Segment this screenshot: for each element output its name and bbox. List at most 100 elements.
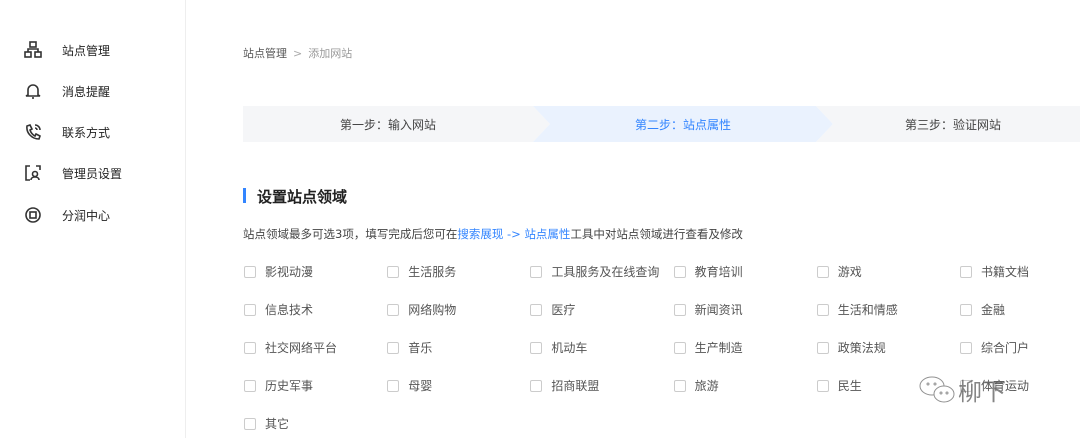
checkbox[interactable] [816,341,829,354]
search-display-link[interactable]: 搜索展现 [457,227,503,241]
sidebar-item-label: 分润中心 [62,208,111,223]
domain-option[interactable]: 工具服务及在线查询 [530,263,659,280]
domain-option[interactable]: 网络购物 [387,301,456,318]
checkbox[interactable] [244,303,256,316]
admin-icon [25,165,41,181]
breadcrumb: 站点管理 > 添加网站 [243,45,352,61]
domain-option[interactable]: 其它 [244,415,289,432]
option-label: 政策法规 [837,341,886,355]
sidebar-item-revenue-center[interactable]: 分润中心 [24,205,110,225]
option-label: 音乐 [408,341,433,355]
domain-option[interactable]: 民生 [816,377,862,394]
section-title: 设置站点领域 [243,186,347,207]
checkbox[interactable] [530,303,543,316]
sitemap-icon [24,41,42,58]
checkbox[interactable] [244,265,256,278]
sidebar-item-site-management[interactable]: 站点管理 [24,40,110,60]
domain-option[interactable]: 社交网络平台 [244,339,337,356]
domain-option[interactable]: 新闻资讯 [673,301,743,318]
checkbox[interactable] [960,341,972,354]
breadcrumb-root[interactable]: 站点管理 [243,47,287,60]
step-2-active: 第二步：站点属性 [634,117,731,132]
phone-icon [26,124,41,140]
watermark-text: 柳下 [958,378,1006,406]
option-label: 信息技术 [265,303,314,317]
checkbox[interactable] [960,303,972,316]
option-label: 游戏 [837,265,862,279]
breadcrumb-current: 添加网站 [308,47,353,60]
domain-option[interactable]: 母婴 [387,377,432,394]
checkbox[interactable] [816,379,829,392]
option-label: 生活和情感 [837,303,898,317]
desc-text: 工具中对站点领域进行查看及修改 [570,227,743,241]
domain-option[interactable]: 影视动漫 [244,263,313,280]
option-label: 社交网络平台 [265,341,338,355]
site-attributes-link[interactable]: 站点属性 [524,227,570,241]
option-label: 生产制造 [694,341,743,355]
revenue-icon [25,207,41,223]
domain-option[interactable]: 旅游 [673,377,719,394]
option-label: 工具服务及在线查询 [551,265,660,279]
sidebar-item-label: 站点管理 [62,43,111,58]
option-label: 影视动漫 [265,265,314,279]
step-1: 第一步：输入网站 [339,117,436,132]
step-3: 第三步：验证网站 [904,117,1001,132]
domain-option[interactable]: 游戏 [816,263,862,280]
step-progress: 第一步：输入网站 第二步：站点属性 第三步：验证网站 [243,106,1080,142]
domain-option[interactable]: 信息技术 [244,301,313,318]
checkbox[interactable] [244,379,256,392]
checkbox[interactable] [244,417,256,430]
desc-text: 站点领域最多可选3项，填写完成后您可在 [243,227,458,241]
bell-icon [25,84,41,99]
domain-option[interactable]: 生活服务 [387,263,456,280]
option-label: 网络购物 [408,303,457,317]
sidebar-item-label: 消息提醒 [62,84,111,99]
sidebar-item-admin-settings[interactable]: 管理员设置 [24,163,122,183]
domain-option[interactable]: 生产制造 [673,339,743,356]
checkbox[interactable] [387,265,400,278]
domain-option[interactable]: 生活和情感 [816,301,898,318]
checkbox[interactable] [244,341,256,354]
sidebar-item-label: 管理员设置 [62,166,123,181]
option-label: 民生 [837,379,862,393]
checkbox[interactable] [960,265,972,278]
option-label: 其它 [265,417,290,431]
checkbox[interactable] [387,303,400,316]
sidebar: 站点管理 消息提醒 联系方式 管理员设置 分润中心 [0,0,186,438]
option-label: 历史军事 [265,379,314,393]
checkbox[interactable] [673,341,686,354]
checkbox[interactable] [387,341,400,354]
checkbox[interactable] [387,379,400,392]
domain-option[interactable]: 金融 [960,301,1005,318]
checkbox[interactable] [530,379,543,392]
option-label: 金融 [981,303,1006,317]
domain-option[interactable]: 音乐 [387,339,432,356]
domain-option[interactable]: 政策法规 [816,339,886,356]
checkbox[interactable] [530,265,543,278]
domain-option[interactable]: 医疗 [530,301,575,318]
checkbox[interactable] [673,379,686,392]
domain-option[interactable]: 综合门户 [960,339,1029,356]
domain-option[interactable]: 教育培训 [673,263,743,280]
domain-option[interactable]: 书籍文档 [960,263,1029,280]
checkbox[interactable] [816,303,829,316]
section-description: 站点领域最多可选3项，填写完成后您可在搜索展现 -> 站点属性工具中对站点领域进… [243,226,743,242]
domain-option[interactable]: 招商联盟 [530,377,599,394]
checkbox[interactable] [673,303,686,316]
option-label: 新闻资讯 [694,303,743,317]
checkbox[interactable] [673,265,686,278]
domain-option[interactable]: 历史军事 [244,377,313,394]
watermark: 柳下 [918,372,1006,407]
sidebar-item-contact[interactable]: 联系方式 [24,122,110,142]
domain-option[interactable]: 机动车 [530,339,587,356]
option-label: 教育培训 [694,265,743,279]
breadcrumb-separator: > [293,47,303,60]
option-label: 综合门户 [981,341,1030,355]
checkbox[interactable] [816,265,829,278]
option-label: 医疗 [551,303,576,317]
wechat-icon [919,376,955,402]
checkbox[interactable] [530,341,543,354]
arrow-text: -> [503,227,525,241]
option-label: 机动车 [551,341,588,355]
sidebar-item-notifications[interactable]: 消息提醒 [24,81,110,101]
